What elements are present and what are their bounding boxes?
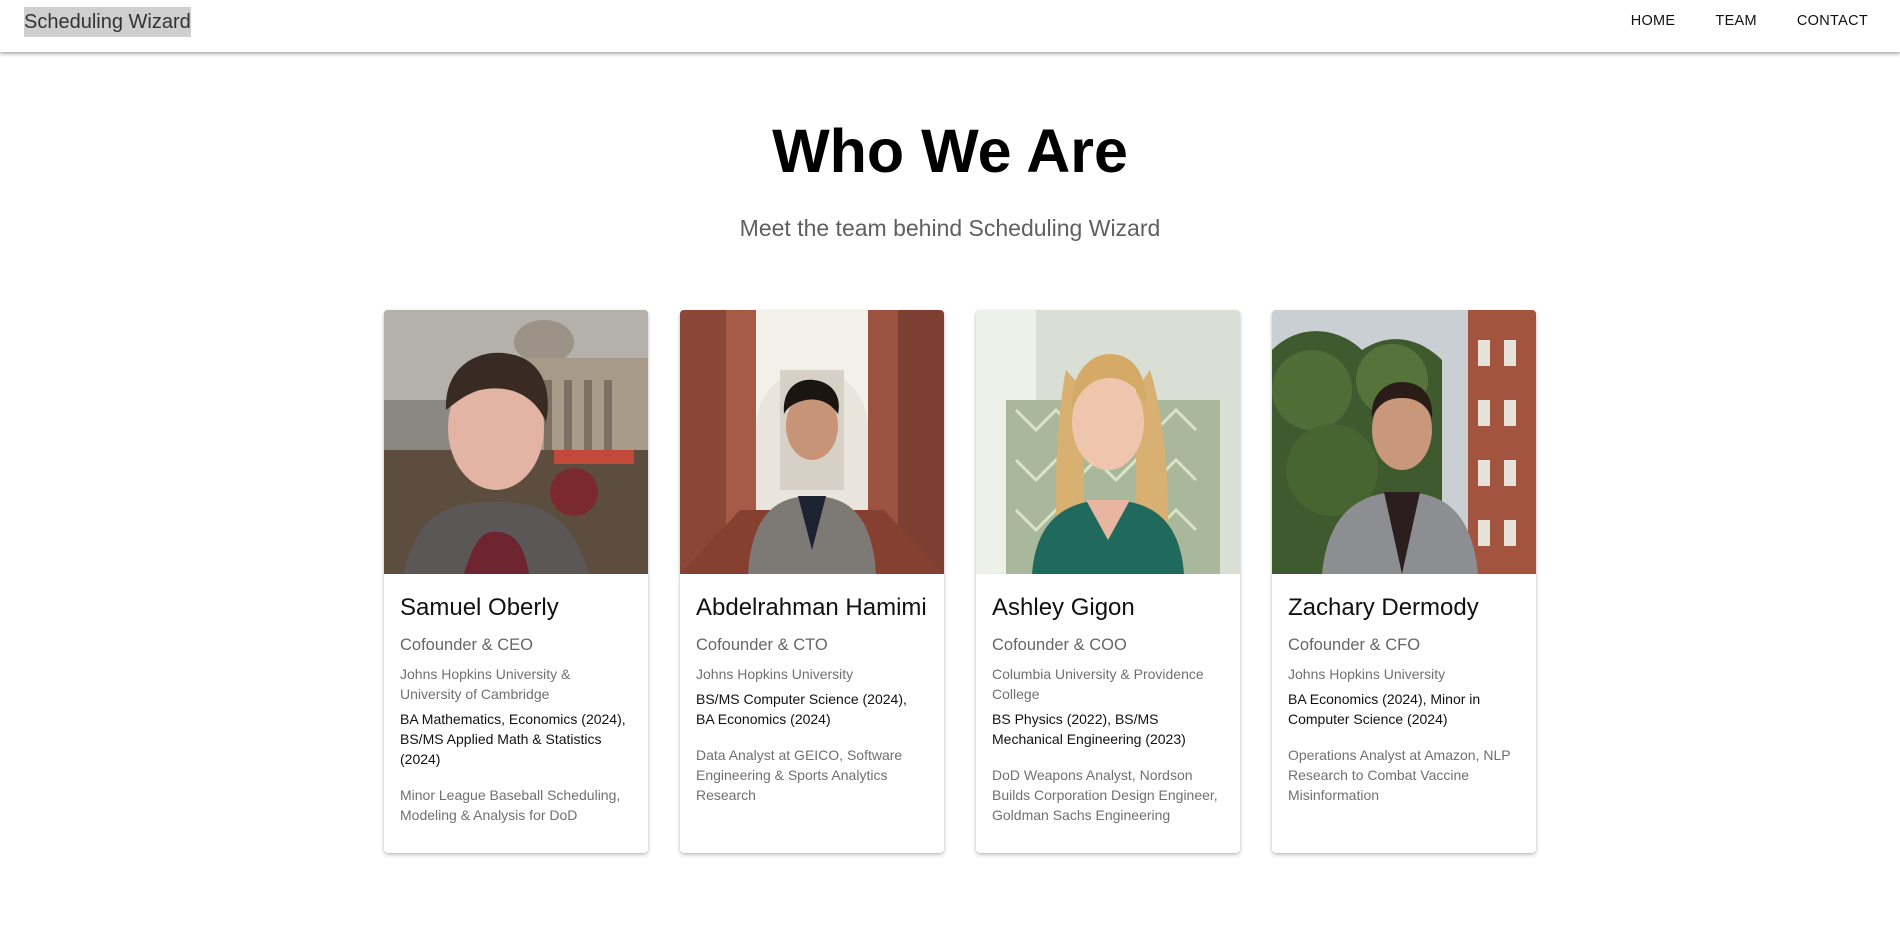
member-role: Cofounder & CFO — [1288, 636, 1421, 654]
member-school: Columbia University & Providence College — [992, 666, 1204, 702]
profile-photo — [1272, 310, 1536, 574]
profile-photo — [384, 310, 648, 574]
nav-contact-link[interactable]: CONTACT — [1787, 9, 1878, 33]
member-degree: BA Economics (2024), Minor in Computer S… — [1288, 691, 1481, 727]
member-degree: BA Mathematics, Economics (2024), BS/MS … — [400, 711, 626, 767]
team-card: Samuel Oberly Cofounder & CEO Johns Hopk… — [384, 310, 648, 853]
nav-team-link[interactable]: TEAM — [1705, 9, 1766, 33]
member-experience: Minor League Baseball Scheduling, Modeli… — [400, 787, 621, 823]
member-experience: DoD Weapons Analyst, Nordson Builds Corp… — [992, 767, 1218, 823]
member-degree: BS/MS Computer Science (2024), BA Econom… — [696, 691, 907, 727]
profile-photo — [680, 310, 944, 574]
nav-home-link[interactable]: HOME — [1621, 9, 1686, 33]
member-role: Cofounder & CEO — [400, 636, 533, 654]
member-name: Ashley Gigon — [992, 594, 1135, 621]
member-name: Zachary Dermody — [1288, 594, 1479, 621]
brand-logo-text[interactable]: Scheduling Wizard — [24, 7, 191, 37]
team-card: Abdelrahman Hamimi Cofounder & CTO Johns… — [680, 310, 944, 853]
team-cards: Samuel Oberly Cofounder & CEO Johns Hopk… — [384, 310, 1536, 853]
app-bar: Scheduling Wizard HOME TEAM CONTACT — [0, 0, 1900, 52]
member-degree: BS Physics (2022), BS/MS Mechanical Engi… — [992, 711, 1186, 747]
team-card: Ashley Gigon Cofounder & COO Columbia Un… — [976, 310, 1240, 853]
member-school: Johns Hopkins University & University of… — [400, 666, 571, 702]
member-role: Cofounder & COO — [992, 636, 1127, 654]
member-experience: Operations Analyst at Amazon, NLP Resear… — [1288, 747, 1511, 803]
member-role: Cofounder & CTO — [696, 636, 828, 654]
main-nav: HOME TEAM CONTACT — [1601, 9, 1878, 33]
page-subtitle: Meet the team behind Scheduling Wizard — [739, 215, 1161, 241]
profile-photo — [976, 310, 1240, 574]
member-school: Johns Hopkins University — [1288, 666, 1446, 682]
member-experience: Data Analyst at GEICO, Software Engineer… — [696, 747, 903, 803]
team-card: Zachary Dermody Cofounder & CFO Johns Ho… — [1272, 310, 1536, 853]
member-name: Abdelrahman Hamimi — [696, 594, 927, 621]
member-school: Johns Hopkins University — [696, 666, 854, 682]
page-title: Who We Are — [772, 117, 1128, 185]
member-name: Samuel Oberly — [400, 594, 559, 621]
